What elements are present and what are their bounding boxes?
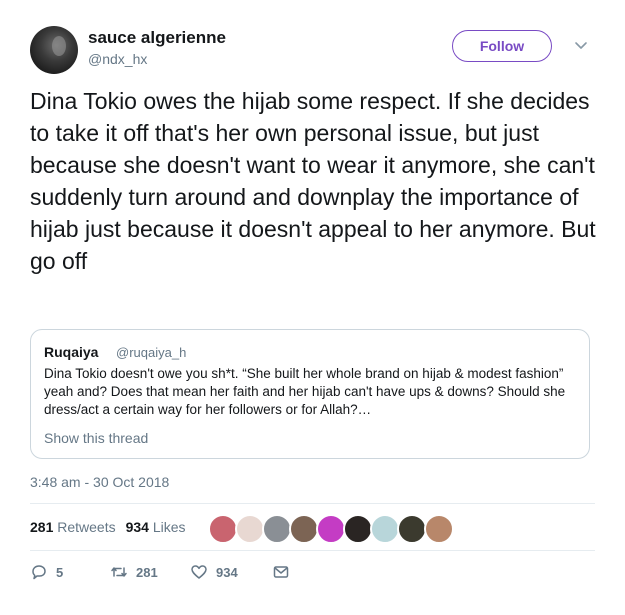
tweet-actions: 5 281 934 [30, 563, 330, 585]
envelope-icon [273, 566, 289, 578]
liker-avatars [208, 514, 454, 544]
liker-avatar[interactable] [208, 514, 238, 544]
likes-stat[interactable]: 934 Likes [126, 519, 186, 535]
author-avatar[interactable] [30, 26, 78, 74]
quoted-tweet[interactable]: Ruqaiya @ruqaiya_h Dina Tokio doesn't ow… [30, 329, 590, 459]
divider [30, 503, 595, 504]
chevron-down-icon[interactable] [574, 38, 588, 52]
retweet-count: 281 [136, 564, 158, 580]
liker-avatar[interactable] [289, 514, 319, 544]
liker-avatar[interactable] [424, 514, 454, 544]
follow-button[interactable]: Follow [452, 30, 552, 62]
tweet-text: Dina Tokio owes the hijab some respect. … [30, 88, 596, 274]
author-handle[interactable]: @ndx_hx [88, 51, 147, 67]
liker-avatar[interactable] [370, 514, 400, 544]
tweet-stats: 281 Retweets 934 Likes [30, 519, 186, 535]
heart-icon [191, 565, 207, 579]
avatar-face [52, 36, 66, 56]
retweets-stat-count: 281 [30, 519, 54, 535]
likes-stat-count: 934 [125, 519, 149, 535]
liker-avatar[interactable] [316, 514, 346, 544]
reply-action[interactable]: 5 [30, 563, 63, 581]
retweets-stat-label: Retweets [57, 519, 116, 535]
reply-count: 5 [56, 564, 64, 580]
author-display-name[interactable]: sauce algerienne [88, 28, 226, 48]
show-thread-link[interactable]: Show this thread [44, 430, 148, 446]
reply-icon [32, 565, 46, 580]
like-count: 934 [216, 564, 238, 580]
liker-avatar[interactable] [262, 514, 292, 544]
quoted-author-handle: @ruqaiya_h [116, 345, 187, 360]
divider [30, 550, 595, 551]
tweet-timestamp[interactable]: 3:48 am - 30 Oct 2018 [30, 474, 169, 490]
quoted-tweet-text: Dina Tokio doesn't owe you sh*t. “She bu… [44, 366, 566, 417]
direct-message-action[interactable] [272, 563, 290, 581]
quoted-author-name: Ruqaiya [44, 344, 99, 360]
retweet-icon [111, 567, 127, 577]
likes-stat-label: Likes [152, 519, 186, 535]
liker-avatar[interactable] [235, 514, 265, 544]
liker-avatar[interactable] [397, 514, 427, 544]
retweets-stat[interactable]: 281 Retweets [30, 519, 116, 535]
like-action[interactable]: 934 [190, 563, 238, 581]
retweet-action[interactable]: 281 [110, 563, 158, 581]
liker-avatar[interactable] [343, 514, 373, 544]
